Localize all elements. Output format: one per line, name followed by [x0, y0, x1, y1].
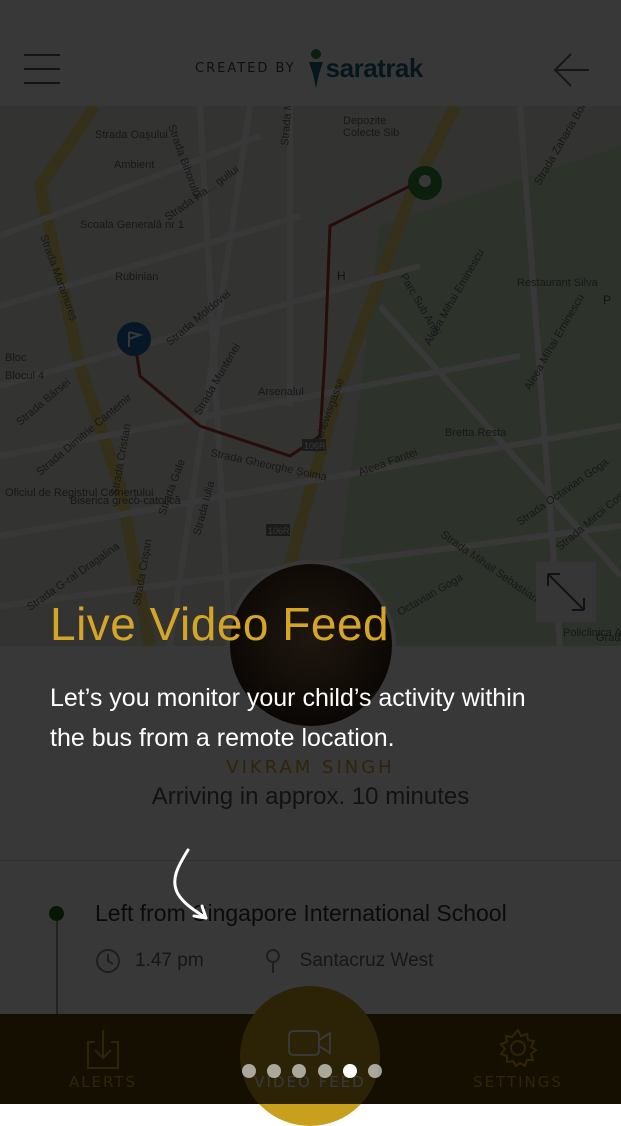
brand-name: saratrak: [325, 52, 424, 83]
map-label: Ambient: [114, 159, 154, 171]
coachmark-pager[interactable]: [242, 1064, 382, 1080]
brand-logo: CREATED BY saratrak: [195, 48, 423, 88]
coachmark-description: Let’s you monitor your child’s activity …: [50, 684, 526, 752]
event-location: Santacruz West: [299, 950, 434, 971]
pager-dot[interactable]: [342, 1064, 357, 1078]
download-icon: [87, 1030, 119, 1069]
map-label: Bretta Resta: [445, 427, 507, 439]
video-camera-icon: [288, 1030, 331, 1056]
tab-alerts[interactable]: ALERTS: [28, 1014, 178, 1104]
arrival-estimate: Arriving in approx. 10 minutes: [151, 783, 470, 810]
timeline-dot: [49, 906, 64, 921]
route-shield: 106R: [268, 526, 290, 536]
tab-video-feed[interactable]: VIDEO FEED: [240, 986, 380, 1126]
map-label: Arsenalul: [258, 386, 304, 398]
expand-map-icon[interactable]: [536, 562, 596, 622]
hospital-marker: H: [337, 269, 346, 283]
map-label: Grade: [596, 632, 621, 644]
menu-icon[interactable]: [24, 54, 60, 84]
pager-dot[interactable]: [242, 1064, 256, 1078]
pager-dot[interactable]: [367, 1064, 382, 1078]
parking-marker: P: [603, 293, 611, 307]
map-label: Blocul 4: [5, 370, 44, 382]
map-label: Strada Oașului: [95, 129, 168, 141]
event-title: Left from Singapore International School: [95, 900, 507, 926]
event-time: 1.47 pm: [135, 950, 204, 971]
pager-dot[interactable]: [317, 1064, 332, 1078]
clock-icon: [96, 949, 120, 973]
map-label: Bloc: [5, 352, 27, 364]
driver-name: VIKRAM SINGH: [226, 757, 395, 778]
back-arrow-icon[interactable]: [551, 50, 591, 90]
location-pin-icon: [265, 949, 280, 973]
map-label: Depozite: [343, 115, 386, 127]
pager-dot[interactable]: [267, 1064, 282, 1078]
tab-settings[interactable]: SETTINGS: [443, 1014, 593, 1104]
tab-alerts-label: ALERTS: [68, 1073, 138, 1091]
route-shield: 106R: [304, 441, 326, 451]
map-label: Biserica greco-catolică: [70, 495, 182, 507]
map-label: Scoala Generală nr 1: [80, 219, 184, 231]
map-label: Restaurant Silva: [517, 277, 599, 289]
created-by-label: CREATED BY: [195, 60, 296, 76]
coachmark-title: Live Video Feed: [50, 598, 390, 650]
divider: [0, 860, 621, 861]
timeline-line: [56, 914, 58, 1014]
pager-dot[interactable]: [292, 1064, 307, 1078]
gear-icon: [499, 1028, 538, 1068]
event-meta: 1.47 pm Santacruz West: [95, 946, 433, 976]
brand-person-icon: [308, 49, 323, 88]
app-header: CREATED BY saratrak: [0, 0, 621, 106]
pointer-arrow-icon: [173, 848, 208, 920]
map-label: Rubinian: [115, 271, 158, 283]
tab-settings-label: SETTINGS: [473, 1073, 563, 1091]
map-label: Colecte Sib: [343, 127, 399, 139]
